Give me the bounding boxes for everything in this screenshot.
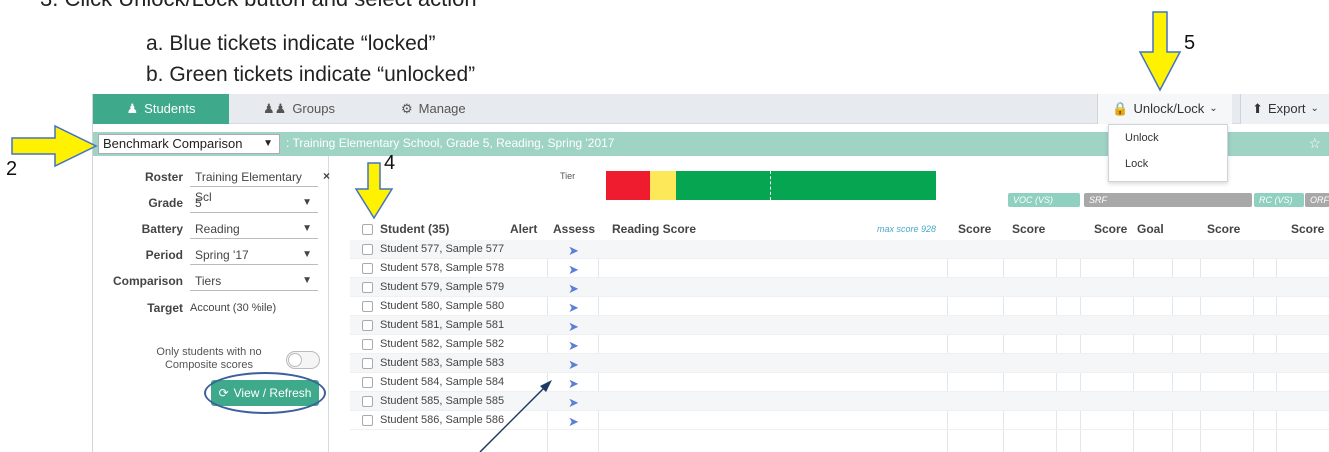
callout-arrow-2: [11, 124, 98, 168]
menu-item-unlock[interactable]: Unlock: [1109, 125, 1227, 151]
callout-2: 2: [6, 158, 18, 180]
callout-4: 4: [384, 152, 396, 174]
unlock-lock-menu: Unlock Lock: [1108, 124, 1228, 182]
callout-arrow-5: [1138, 11, 1182, 92]
annotation-overlay: [11, 11, 1182, 452]
callout-5: 5: [1184, 32, 1196, 54]
ticket-pointer-line: [479, 383, 549, 452]
menu-item-lock[interactable]: Lock: [1109, 151, 1227, 177]
